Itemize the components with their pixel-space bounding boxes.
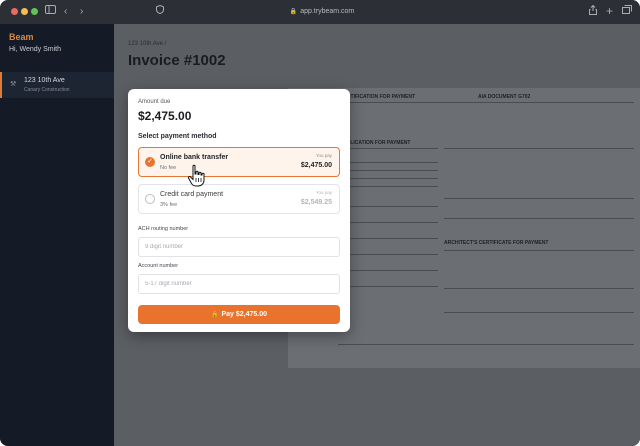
document-rule [338, 238, 438, 239]
browser-toolbar: ‹ › 🔒 app.trybeam.com + [0, 0, 640, 24]
document-rule [338, 254, 438, 255]
forward-icon[interactable]: › [80, 5, 83, 19]
option-fee: 3% fee [160, 202, 178, 208]
address-bar[interactable]: 🔒 app.trybeam.com [262, 5, 382, 19]
back-icon[interactable]: ‹ [64, 5, 67, 19]
amount-due-label: Amount due [138, 99, 171, 105]
close-window-button[interactable] [11, 8, 18, 15]
routing-number-label: ACH routing number [138, 226, 189, 232]
breadcrumb[interactable]: 123 10th Ave / [128, 41, 166, 47]
document-rule [338, 178, 438, 179]
document-rule [444, 218, 634, 219]
document-rule [338, 170, 438, 171]
user-greeting: Hi, Wendy Smith [9, 46, 61, 53]
document-rule [444, 312, 634, 313]
browser-window: ‹ › 🔒 app.trybeam.com + Beam Hi, Wendy Sm… [0, 0, 640, 446]
routing-number-input[interactable] [138, 237, 340, 257]
page-title: Invoice #1002 [128, 52, 226, 69]
payment-option-credit-card[interactable]: Credit card payment 3% fee You pay $2,54… [138, 184, 340, 214]
document-title-left: CERTIFICATION FOR PAYMENT [340, 94, 416, 100]
document-rule [444, 198, 634, 199]
option-fee: No fee [160, 165, 177, 171]
url-text: app.trybeam.com [300, 8, 355, 15]
sidebar: Beam Hi, Wendy Smith ⚒ 123 10th Ave Cana… [0, 24, 114, 446]
document-rule [338, 222, 438, 223]
document-rule [444, 148, 634, 149]
option-amount: $2,549.25 [300, 199, 332, 206]
option-name: Credit card payment [160, 191, 224, 198]
sidebar-item-subtitle: Canary Construction [24, 87, 70, 93]
brand-logo[interactable]: Beam [9, 32, 34, 42]
amount-due-value: $2,475.00 [138, 109, 192, 123]
hammer-icon: ⚒ [10, 81, 17, 88]
hand-cursor-icon [187, 164, 205, 187]
zoom-window-button[interactable] [31, 8, 38, 15]
option-name: Online bank transfer [160, 154, 229, 161]
document-title-right: AIA DOCUMENT G702 [478, 94, 531, 100]
document-rule [338, 102, 634, 103]
pay-button[interactable]: 🔒 Pay $2,475.00 [138, 305, 340, 324]
document-rule [338, 270, 438, 271]
option-you-pay-label: You pay [315, 190, 332, 195]
radio-unchecked-icon[interactable] [145, 194, 155, 204]
document-rule [444, 288, 634, 289]
new-tab-icon[interactable]: + [606, 4, 613, 18]
payment-option-bank-transfer[interactable]: ✓ Online bank transfer No fee You pay $2… [138, 147, 340, 177]
share-icon[interactable] [589, 4, 597, 20]
option-amount: $2,475.00 [300, 162, 332, 169]
document-rule [338, 206, 438, 207]
document-rule [338, 162, 438, 163]
lock-icon: 🔒 [210, 312, 219, 318]
document-section-right: ARCHITECT'S CERTIFICATE FOR PAYMENT [444, 240, 549, 246]
document-rule [338, 148, 438, 149]
sidebar-icon[interactable] [45, 5, 56, 19]
document-section-left: APPLICATION FOR PAYMENT [340, 140, 411, 146]
sidebar-item-title: 123 10th Ave [24, 77, 65, 84]
option-you-pay-label: You pay [315, 153, 332, 158]
minimize-window-button[interactable] [21, 8, 28, 15]
sidebar-item-project[interactable]: ⚒ 123 10th Ave Canary Construction [0, 72, 114, 98]
payment-modal: Amount due $2,475.00 Select payment meth… [128, 89, 350, 332]
lock-icon: 🔒 [289, 9, 298, 15]
tabs-icon[interactable] [622, 5, 632, 19]
account-number-label: Account number [138, 263, 179, 269]
pay-button-label: Pay $2,475.00 [221, 311, 268, 318]
account-number-input[interactable] [138, 274, 340, 294]
document-rule [338, 186, 438, 187]
document-rule [338, 344, 634, 345]
payment-method-heading: Select payment method [138, 133, 217, 140]
document-rule [338, 286, 438, 287]
radio-checked-icon[interactable]: ✓ [145, 157, 155, 167]
document-rule [444, 250, 634, 251]
shield-icon[interactable] [156, 4, 164, 19]
